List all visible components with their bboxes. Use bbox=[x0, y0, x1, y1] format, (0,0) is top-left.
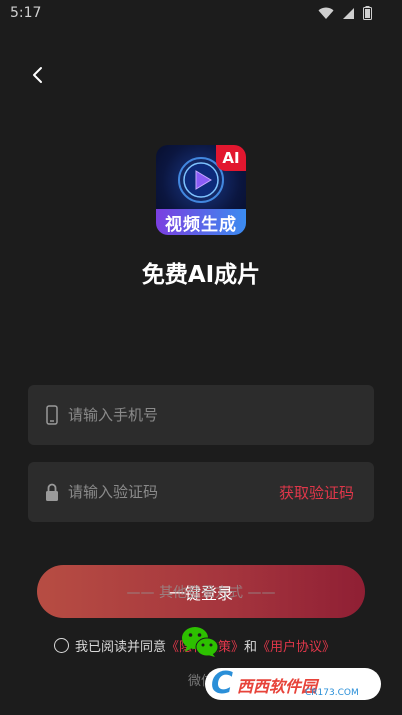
agreement-prefix: 我已阅读并同意 bbox=[75, 640, 167, 655]
phone-input[interactable] bbox=[68, 385, 288, 445]
watermark-letter: C bbox=[211, 666, 234, 701]
logo-ai-badge: AI bbox=[216, 145, 246, 171]
site-watermark: C 西西软件园 CR173.COM bbox=[205, 664, 385, 704]
watermark-sub: CR173.COM bbox=[305, 688, 359, 698]
cellular-signal-icon bbox=[343, 7, 354, 19]
login-button[interactable]: 一键登录 bbox=[37, 565, 365, 618]
back-button[interactable] bbox=[24, 62, 50, 88]
app-title: 免费AI成片 bbox=[141, 262, 261, 288]
app-logo: AI 视频生成 bbox=[156, 145, 246, 235]
lock-icon bbox=[46, 483, 58, 501]
agree-checkbox[interactable] bbox=[54, 638, 69, 653]
agreement-conjunction: 和 bbox=[244, 640, 258, 655]
status-bar: 5:17 bbox=[0, 0, 402, 28]
battery-icon bbox=[363, 6, 372, 20]
status-icons bbox=[318, 6, 372, 20]
get-code-button[interactable]: 获取验证码 bbox=[279, 482, 354, 503]
watermark-badge: C 西西软件园 CR173.COM bbox=[205, 666, 381, 701]
logo-caption: 视频生成 bbox=[156, 209, 246, 235]
user-agreement-link[interactable]: 《用户协议》 bbox=[257, 636, 335, 655]
code-input[interactable] bbox=[68, 462, 288, 522]
phone-icon bbox=[46, 405, 58, 425]
chevron-left-icon bbox=[33, 67, 42, 83]
phone-field bbox=[28, 385, 374, 445]
wechat-icon bbox=[182, 627, 219, 657]
code-field: 获取验证码 bbox=[28, 462, 374, 522]
wifi-icon bbox=[318, 7, 334, 19]
status-time: 5:17 bbox=[10, 5, 42, 21]
wechat-login-button[interactable] bbox=[181, 626, 219, 658]
